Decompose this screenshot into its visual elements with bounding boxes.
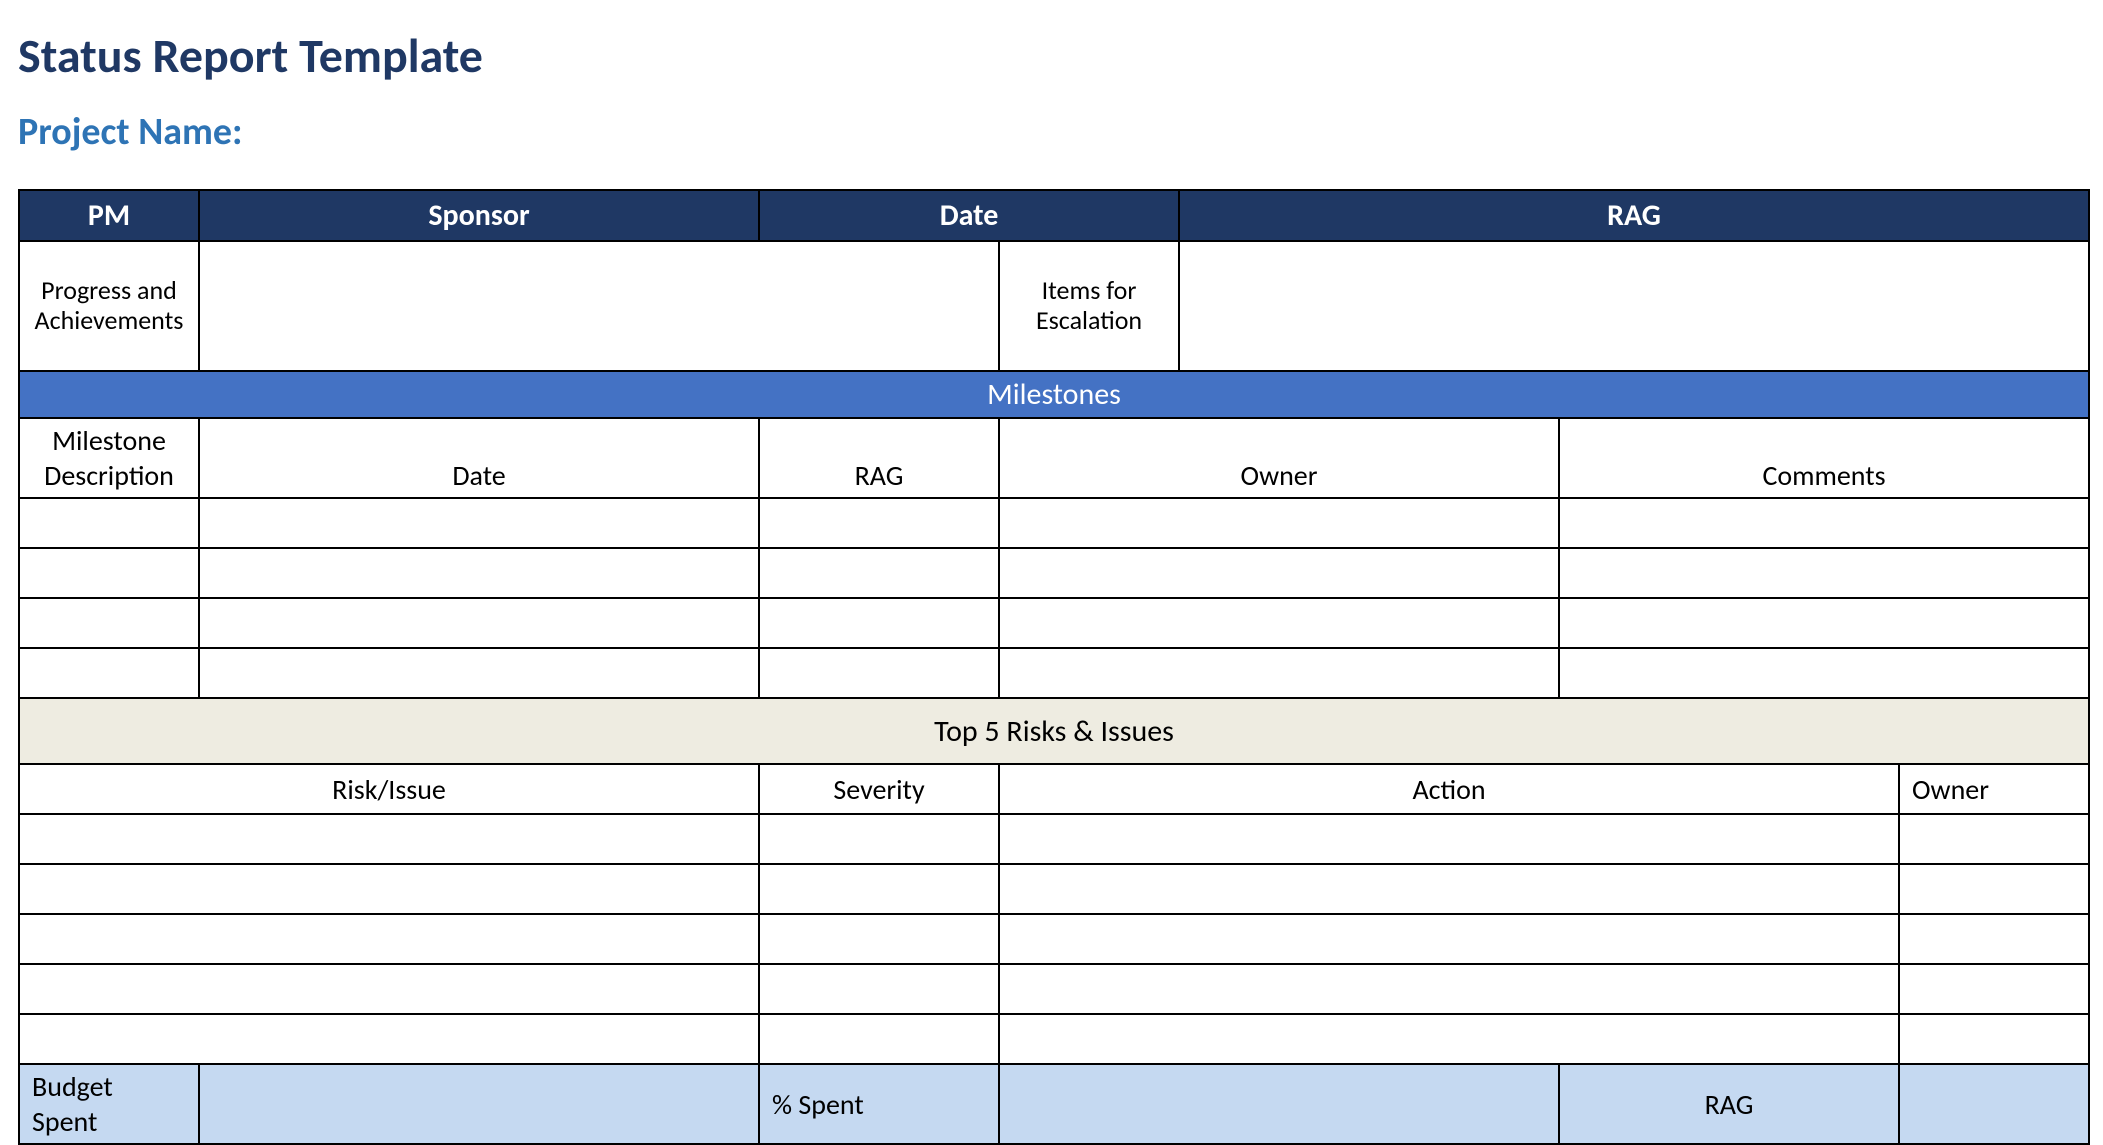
milestone-rag[interactable] [759,548,999,598]
header-rag: RAG [1179,190,2089,241]
milestone-row [19,498,2089,548]
risk-owner[interactable] [1899,964,2089,1014]
budget-spent-label: Budget Spent [19,1064,199,1144]
progress-label: Progress and Achievements [19,241,199,371]
header-row: PM Sponsor Date RAG [19,190,2089,241]
milestone-desc[interactable] [19,548,199,598]
risk-row [19,814,2089,864]
risk-severity[interactable] [759,964,999,1014]
progress-escalation-row: Progress and Achievements Items for Esca… [19,241,2089,371]
milestone-date[interactable] [199,598,759,648]
milestones-header-row: Milestone Description Date RAG Owner Com… [19,418,2089,498]
milestones-hdr-rag: RAG [759,418,999,498]
risks-hdr-severity: Severity [759,764,999,814]
milestone-owner[interactable] [999,498,1559,548]
risk-action[interactable] [999,864,1899,914]
milestone-date[interactable] [199,498,759,548]
risk-owner[interactable] [1899,864,2089,914]
milestone-date[interactable] [199,548,759,598]
progress-value[interactable] [199,241,999,371]
risk-action[interactable] [999,814,1899,864]
milestone-owner[interactable] [999,598,1559,648]
milestone-rag[interactable] [759,498,999,548]
milestones-hdr-owner: Owner [999,418,1559,498]
budget-row: Budget Spent % Spent RAG [19,1064,2089,1144]
milestones-hdr-comments: Comments [1559,418,2089,498]
page-title: Status Report Template [18,26,2085,85]
risk-severity[interactable] [759,814,999,864]
budget-pct-label: % Spent [759,1064,999,1144]
header-pm: PM [19,190,199,241]
milestones-hdr-date: Date [199,418,759,498]
milestone-row [19,548,2089,598]
header-sponsor: Sponsor [199,190,759,241]
risk-issue[interactable] [19,864,759,914]
risk-issue[interactable] [19,814,759,864]
risk-action[interactable] [999,914,1899,964]
risk-severity[interactable] [759,864,999,914]
budget-rag-label: RAG [1559,1064,1899,1144]
risk-row [19,1014,2089,1064]
milestone-desc[interactable] [19,648,199,698]
milestone-comments[interactable] [1559,648,2089,698]
risk-row [19,864,2089,914]
risks-header-row: Risk/Issue Severity Action Owner [19,764,2089,814]
risk-action[interactable] [999,1014,1899,1064]
milestone-owner[interactable] [999,548,1559,598]
risk-owner[interactable] [1899,914,2089,964]
budget-spent-value[interactable] [199,1064,759,1144]
project-name-label: Project Name: [18,109,2085,155]
risk-issue[interactable] [19,964,759,1014]
milestones-banner: Milestones [19,371,2089,418]
milestone-comments[interactable] [1559,498,2089,548]
risk-row [19,914,2089,964]
milestone-desc[interactable] [19,498,199,548]
risk-issue[interactable] [19,1014,759,1064]
milestones-hdr-desc: Milestone Description [19,418,199,498]
risk-action[interactable] [999,964,1899,1014]
milestone-desc[interactable] [19,598,199,648]
risks-hdr-risk: Risk/Issue [19,764,759,814]
budget-pct-value[interactable] [999,1064,1559,1144]
risk-severity[interactable] [759,914,999,964]
risks-banner-row: Top 5 Risks & Issues [19,698,2089,764]
milestone-rag[interactable] [759,598,999,648]
milestones-banner-row: Milestones [19,371,2089,418]
risk-owner[interactable] [1899,814,2089,864]
milestone-row [19,648,2089,698]
milestone-owner[interactable] [999,648,1559,698]
escalation-label: Items for Escalation [999,241,1179,371]
risks-hdr-action: Action [999,764,1899,814]
milestone-comments[interactable] [1559,548,2089,598]
risk-severity[interactable] [759,1014,999,1064]
risks-banner: Top 5 Risks & Issues [19,698,2089,764]
risk-issue[interactable] [19,914,759,964]
escalation-value[interactable] [1179,241,2089,371]
header-date: Date [759,190,1179,241]
milestone-comments[interactable] [1559,598,2089,648]
milestone-date[interactable] [199,648,759,698]
risk-owner[interactable] [1899,1014,2089,1064]
risk-row [19,964,2089,1014]
milestone-rag[interactable] [759,648,999,698]
budget-rag-value[interactable] [1899,1064,2089,1144]
milestone-row [19,598,2089,648]
status-report-table: PM Sponsor Date RAG Progress and Achieve… [18,189,2090,1145]
risks-hdr-owner: Owner [1899,764,2089,814]
